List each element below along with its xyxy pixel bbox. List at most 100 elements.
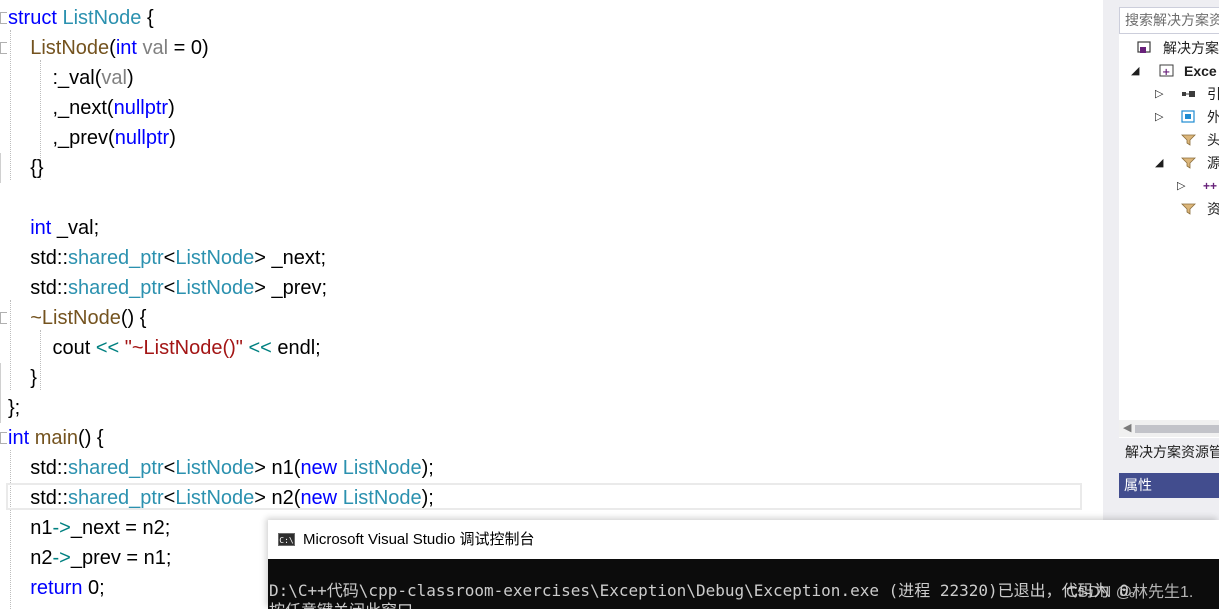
code-token: new bbox=[300, 487, 338, 509]
code-editor[interactable]: struct ListNode { ListNode(int val = 0) … bbox=[0, 0, 1086, 609]
code-token: < bbox=[163, 247, 176, 269]
collapse-triangle-icon[interactable]: ◢ bbox=[1155, 152, 1163, 174]
code-token: int bbox=[8, 427, 30, 449]
code-token: ) bbox=[126, 67, 134, 89]
code-token: int bbox=[115, 37, 137, 59]
collapse-triangle-icon[interactable]: ◢ bbox=[1131, 60, 1139, 82]
code-token: ListNode bbox=[30, 37, 110, 59]
code-token: -> bbox=[52, 547, 71, 569]
code-text: cout << "~ListNode()" << endl; bbox=[8, 333, 321, 363]
code-token: ListNode bbox=[62, 7, 142, 29]
code-line[interactable]: :_val(val) bbox=[0, 63, 1080, 93]
code-text: std::shared_ptr<ListNode> _prev; bbox=[8, 273, 327, 303]
code-line[interactable]: int _val; bbox=[0, 213, 1080, 243]
code-token: shared_ptr bbox=[68, 457, 164, 479]
code-token: > n1( bbox=[254, 457, 301, 479]
references-icon bbox=[1182, 91, 1195, 97]
code-token: }; bbox=[8, 397, 21, 419]
tree-node-label: 解决方案 bbox=[1163, 40, 1219, 56]
code-token: ListNode bbox=[175, 277, 255, 299]
code-token: 0; bbox=[82, 577, 105, 599]
code-line[interactable]: std::shared_ptr<ListNode> n2(new ListNod… bbox=[0, 483, 1080, 513]
code-line[interactable]: std::shared_ptr<ListNode> _prev; bbox=[0, 273, 1080, 303]
code-text: return 0; bbox=[8, 573, 105, 603]
code-token: ListNode bbox=[342, 457, 422, 479]
code-line[interactable]: {} bbox=[0, 153, 1080, 183]
code-token: endl; bbox=[271, 337, 321, 359]
code-text: ,_next(nullptr) bbox=[8, 93, 174, 123]
code-token: ListNode bbox=[342, 487, 422, 509]
code-token: nullptr bbox=[114, 127, 170, 149]
expand-triangle-icon[interactable]: ▷ bbox=[1177, 175, 1185, 197]
tree-node-label: 外 bbox=[1207, 109, 1219, 125]
fold-marker-icon[interactable] bbox=[0, 12, 7, 24]
code-token: ListNode bbox=[175, 487, 255, 509]
tab-solution-explorer[interactable]: 解决方案资源管 bbox=[1119, 440, 1219, 465]
code-token: ,_prev( bbox=[8, 127, 115, 149]
folder-filter-icon bbox=[1181, 157, 1196, 169]
cpp-project-icon: + bbox=[1159, 64, 1174, 77]
solution-explorer-search-input[interactable]: 搜索解决方案资 bbox=[1119, 7, 1219, 34]
code-line[interactable]: }; bbox=[0, 393, 1080, 423]
code-token: :_val( bbox=[8, 67, 102, 89]
code-token: std:: bbox=[8, 277, 69, 299]
solution-explorer-horizontal-scrollbar[interactable]: ◀ bbox=[1119, 420, 1219, 437]
scrollbar-thumb[interactable] bbox=[1135, 425, 1219, 433]
fold-marker-icon[interactable] bbox=[0, 312, 7, 324]
code-text: ,_prev(nullptr) bbox=[8, 123, 175, 153]
code-token: _val; bbox=[51, 217, 100, 239]
scroll-left-arrow-icon[interactable]: ◀ bbox=[1123, 421, 1131, 434]
code-token: return bbox=[30, 577, 83, 599]
fold-region-end-marker bbox=[0, 393, 1, 423]
code-token: shared_ptr bbox=[68, 247, 164, 269]
code-token: ListNode bbox=[175, 247, 255, 269]
fold-marker-icon[interactable] bbox=[0, 432, 7, 444]
code-token: ); bbox=[421, 487, 434, 509]
code-line[interactable] bbox=[0, 183, 1080, 213]
code-token: << bbox=[248, 337, 272, 359]
pane-splitter[interactable] bbox=[1103, 0, 1117, 609]
code-token: < bbox=[163, 277, 176, 299]
code-line[interactable]: cout << "~ListNode()" << endl; bbox=[0, 333, 1080, 363]
solution-explorer-tree[interactable]: 解决方案 ◢ + Exce ▷ 引 ▷ 外 头 ◢ 源 ▷ ++ 资 bbox=[1119, 34, 1219, 438]
console-title-bar[interactable]: C:\ Microsoft Visual Studio 调试控制台 bbox=[268, 520, 1219, 559]
code-text: ListNode(int val = 0) bbox=[8, 33, 208, 63]
code-line[interactable]: ,_prev(nullptr) bbox=[0, 123, 1080, 153]
code-line[interactable]: ListNode(int val = 0) bbox=[0, 33, 1080, 63]
tree-node-label: 源 bbox=[1207, 155, 1219, 171]
console-output-line: 按任意键关闭此窗口. . . bbox=[269, 597, 461, 609]
tree-node-label: 引 bbox=[1207, 86, 1219, 102]
code-line[interactable]: ,_next(nullptr) bbox=[0, 93, 1080, 123]
code-token: > _next; bbox=[254, 247, 326, 269]
code-token: n1 bbox=[8, 517, 53, 539]
code-token: std:: bbox=[8, 487, 69, 509]
code-token: cout bbox=[8, 337, 96, 359]
code-token: ); bbox=[421, 457, 434, 479]
code-text: int _val; bbox=[8, 213, 99, 243]
code-line[interactable]: } bbox=[0, 363, 1080, 393]
code-text: ~ListNode() { bbox=[8, 303, 146, 333]
code-token: shared_ptr bbox=[68, 487, 164, 509]
code-text: std::shared_ptr<ListNode> n1(new ListNod… bbox=[8, 453, 434, 483]
code-line[interactable]: int main() { bbox=[0, 423, 1080, 453]
code-token: _next = n2; bbox=[70, 517, 171, 539]
code-line[interactable]: std::shared_ptr<ListNode> n1(new ListNod… bbox=[0, 453, 1080, 483]
code-text: }; bbox=[8, 393, 20, 423]
code-line[interactable]: std::shared_ptr<ListNode> _next; bbox=[0, 243, 1080, 273]
code-token: val bbox=[142, 37, 169, 59]
folder-filter-icon bbox=[1181, 203, 1196, 215]
code-token: -> bbox=[52, 517, 71, 539]
code-line[interactable]: ~ListNode() { bbox=[0, 303, 1080, 333]
code-token: ListNode bbox=[175, 457, 255, 479]
code-text: n2->_prev = n1; bbox=[8, 543, 171, 573]
code-token: > _prev; bbox=[254, 277, 328, 299]
code-token: ~ListNode bbox=[30, 307, 121, 329]
expand-triangle-icon[interactable]: ▷ bbox=[1155, 106, 1163, 128]
code-text: n1->_next = n2; bbox=[8, 513, 170, 543]
fold-marker-icon[interactable] bbox=[0, 42, 7, 54]
code-text: struct ListNode { bbox=[8, 3, 154, 33]
watermark: CSDN @林先生1. bbox=[1066, 584, 1194, 601]
code-token: std:: bbox=[8, 457, 69, 479]
expand-triangle-icon[interactable]: ▷ bbox=[1155, 83, 1163, 105]
code-line[interactable]: struct ListNode { bbox=[0, 3, 1080, 33]
